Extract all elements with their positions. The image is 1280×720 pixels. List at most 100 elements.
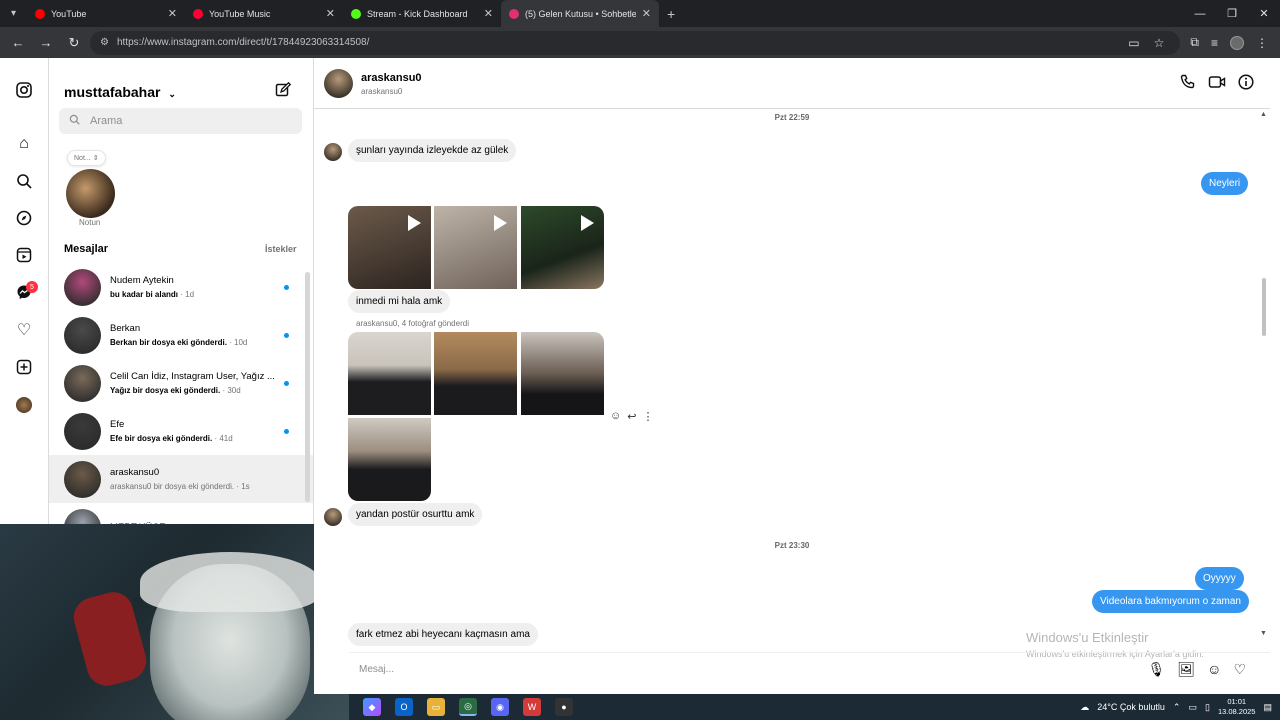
sticker-icon[interactable]: ☺ [1207,661,1221,678]
scroll-down-arrow[interactable]: ▼ [1260,630,1267,637]
audio-call-icon[interactable] [1180,74,1196,94]
message-composer[interactable]: Mesaj... 🎙 🖼 ☺ ♡ [349,652,1270,686]
more-options-icon[interactable]: ⋮ [642,410,653,423]
tab-close-icon[interactable]: ✕ [168,7,177,20]
video-call-icon[interactable] [1208,74,1226,94]
reload-icon[interactable]: ↻ [62,35,86,51]
note-text: Not... [74,155,91,162]
create-plus-icon[interactable] [14,357,34,377]
browser-tab[interactable]: YouTube Music ✕ [185,0,343,27]
explore-compass-icon[interactable] [14,208,34,228]
home-icon[interactable]: ⌂ [14,134,34,154]
reply-icon[interactable]: ↩ [627,410,636,423]
notification-center-icon[interactable]: ▤ [1263,702,1272,713]
conversation-item[interactable]: MERT YÜCE [49,503,313,524]
chat-contact-name[interactable]: araskansu0 [361,72,422,84]
conversation-time: · 41d [212,434,233,443]
tab-close-icon[interactable]: ✕ [326,7,335,20]
conversation-name: araskansu0 [110,467,160,478]
tray-chevron-icon[interactable]: ⌃ [1173,702,1181,713]
weather-text[interactable]: 24°C Çok bulutlu [1097,702,1165,712]
tab-favicon-icon [509,8,519,19]
discord-icon[interactable]: ◉ [491,698,509,716]
conversation-item[interactable]: Celil Can İdiz, Instagram User, Yağız ..… [49,359,313,407]
photo-attachment[interactable] [348,332,431,415]
site-info-icon[interactable]: ⚙ [100,37,109,48]
sender-avatar[interactable] [324,143,342,161]
tab-close-icon[interactable]: ✕ [642,7,651,20]
video-attachment[interactable] [434,206,517,289]
outgoing-message[interactable]: Videolara bakmıyorum o zaman [1092,590,1249,613]
outgoing-message[interactable]: Neyleri [1201,172,1249,195]
close-window-icon[interactable]: ✕ [1248,7,1280,20]
photo-attachment[interactable] [521,332,604,415]
back-icon[interactable]: ← [6,35,30,50]
copilot-icon[interactable]: ◆ [363,698,381,716]
notifications-heart-icon[interactable]: ♡ [14,320,34,340]
requests-link[interactable]: İstekler [265,244,297,254]
file-explorer-icon[interactable]: ▭ [427,698,445,716]
account-switcher[interactable]: musttafabahar ⌄ [64,84,176,100]
conversation-item[interactable]: Nudem Aytekin bu kadar bi alandı · 1d [49,263,313,311]
photo-attachment[interactable] [348,418,431,501]
system-clock[interactable]: 01:01 13.08.2025 [1218,697,1256,717]
like-heart-icon[interactable]: ♡ [1233,661,1246,678]
outlook-icon[interactable]: O [395,698,413,716]
new-message-icon[interactable] [275,81,292,103]
minimize-icon[interactable]: — [1184,8,1216,20]
instagram-logo-icon[interactable] [14,80,34,100]
webcam-chair [69,587,151,691]
scroll-up-arrow[interactable]: ▲ [1260,111,1267,118]
chrome-icon[interactable]: ◎ [459,698,477,716]
browser-tab[interactable]: Stream - Kick Dashboard ✕ [343,0,501,27]
restore-icon[interactable]: ❐ [1216,7,1248,20]
url-input[interactable]: ⚙ https://www.instagram.com/direct/t/178… [90,30,1181,55]
search-input[interactable]: Arama [59,108,302,134]
conversation-name: Celil Can İdiz, Instagram User, Yağız ..… [110,371,275,382]
message-input[interactable]: Mesaj... [359,664,1148,675]
browser-tab[interactable]: (5) Gelen Kutusu • Sohbetler ✕ [501,0,659,27]
cast-icon[interactable]: ▭ [1128,36,1139,50]
chat-avatar[interactable] [324,69,353,98]
note-avatar[interactable] [66,169,115,218]
incoming-message[interactable]: fark etmez abi heyecanı kaçmasın ama [348,623,538,646]
bookmark-star-icon[interactable]: ☆ [1154,36,1165,50]
forward-icon[interactable]: → [34,35,58,50]
video-attachment[interactable] [348,206,431,289]
search-icon[interactable] [14,171,34,191]
profile-avatar[interactable] [1230,35,1244,50]
video-attachment[interactable] [521,206,604,289]
photo-attachment[interactable] [434,332,517,415]
conversation-info-icon[interactable] [1238,74,1254,94]
sender-avatar[interactable] [324,508,342,526]
new-tab-icon[interactable]: + [667,6,675,22]
obs-icon[interactable]: ● [555,698,573,716]
conversation-item[interactable]: Berkan Berkan bir dosya eki gönderdi. · 1… [49,311,313,359]
conversation-name: Efe [110,419,125,430]
incoming-message[interactable]: şunları yayında izleyekde az gülek [348,139,517,162]
browser-menu-icon[interactable]: ⋮ [1256,36,1268,50]
microphone-icon[interactable]: 🎙 [1148,661,1166,678]
note-bubble[interactable]: Not... ⇕ [67,150,106,166]
image-upload-icon[interactable]: 🖼 [1177,661,1195,678]
network-icon[interactable]: ▭ [1188,702,1197,713]
chat-scrollbar[interactable] [1262,278,1266,336]
react-emoji-icon[interactable]: ☺ [610,410,621,423]
tab-favicon-icon [35,8,45,19]
extensions-icon[interactable]: ⧉ [1190,35,1199,50]
winrar-icon[interactable]: W [523,698,541,716]
clock-date: 13.08.2025 [1217,707,1256,716]
browser-tab[interactable]: YouTube ✕ [27,0,185,27]
media-control-icon[interactable]: ≡ [1211,36,1218,50]
profile-avatar-icon[interactable] [14,395,34,415]
outgoing-message[interactable]: Oyyyyy [1195,567,1244,590]
reels-icon[interactable] [14,245,34,265]
conversation-item[interactable]: araskansu0 araskansu0 bir dosya eki gönde… [49,455,313,503]
tab-close-icon[interactable]: ✕ [484,7,493,20]
incoming-message[interactable]: inmedi mi hala amk [348,290,451,313]
conversation-item[interactable]: Efe Efe bir dosya eki gönderdi. · 41d [49,407,313,455]
battery-icon[interactable]: ▯ [1205,702,1210,713]
tab-search-icon[interactable]: ▾ [0,0,27,27]
incoming-message[interactable]: yandan postür osurttu amk [348,503,483,526]
inbox-scrollbar[interactable] [305,272,310,502]
